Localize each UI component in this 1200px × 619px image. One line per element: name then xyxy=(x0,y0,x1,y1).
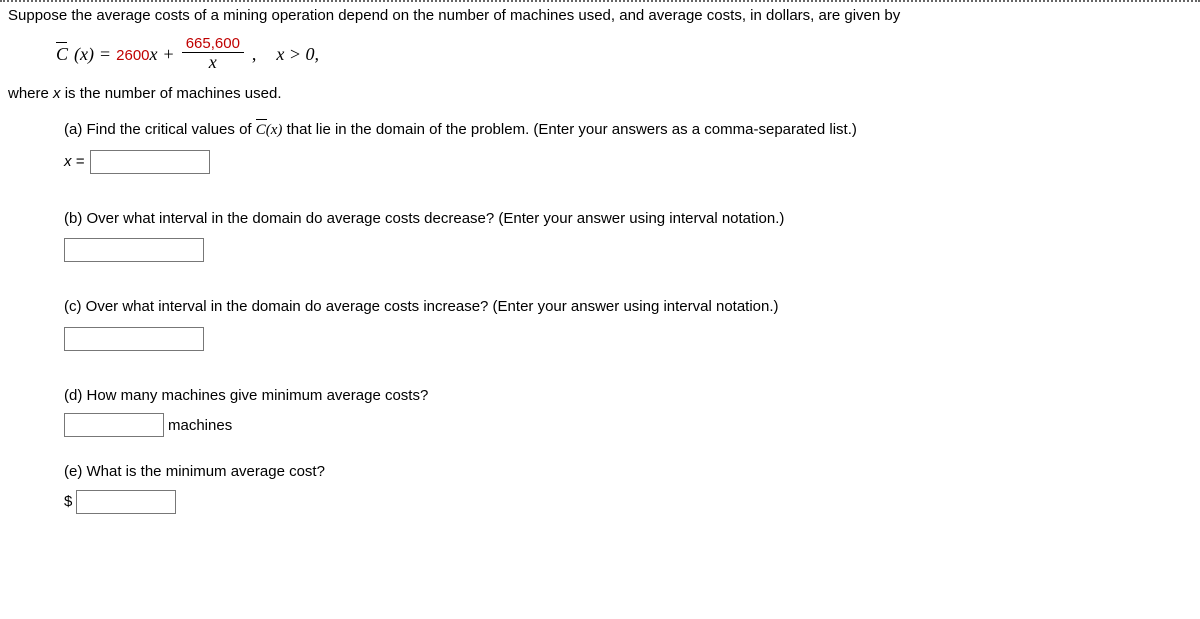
part-b: (b) Over what interval in the domain do … xyxy=(8,208,1192,263)
part-a-label: (a) xyxy=(64,121,87,138)
part-c: (c) Over what interval in the domain do … xyxy=(8,296,1192,351)
part-d-label: (d) xyxy=(64,387,87,404)
part-a-fnarg: (x) xyxy=(266,122,283,138)
intro-text: Suppose the average costs of a mining op… xyxy=(8,5,1192,28)
part-e-currency: $ xyxy=(64,493,72,510)
part-e: (e) What is the minimum average cost? $ xyxy=(8,461,1192,514)
cbar-inline: C xyxy=(256,119,266,142)
part-e-label: (e) xyxy=(64,463,87,480)
part-e-text: What is the minimum average cost? xyxy=(87,463,325,480)
part-a-fn: C xyxy=(256,122,266,138)
part-b-input[interactable] xyxy=(64,238,204,262)
formula-condition: x > 0, xyxy=(276,44,319,65)
part-c-prompt: (c) Over what interval in the domain do … xyxy=(64,296,1192,319)
part-a-input[interactable] xyxy=(90,150,210,174)
formula-eq: = xyxy=(100,44,110,65)
part-e-input[interactable] xyxy=(76,490,176,514)
part-b-prompt: (b) Over what interval in the domain do … xyxy=(64,208,1192,231)
part-a-text2: that lie in the domain of the problem. (… xyxy=(282,121,856,138)
formula-fraction: 665,600 x xyxy=(182,36,244,73)
formula-coef: 2600 xyxy=(116,47,149,64)
part-a-prompt: (a) Find the critical values of C(x) tha… xyxy=(64,119,1192,142)
part-c-text: Over what interval in the domain do aver… xyxy=(86,298,779,315)
cost-formula: C(x) = 2600x + 665,600 x , x > 0, xyxy=(8,36,1192,73)
formula-fn: C xyxy=(56,44,68,64)
part-c-input[interactable] xyxy=(64,327,204,351)
fraction-numerator: 665,600 xyxy=(182,36,244,54)
part-b-label: (b) xyxy=(64,210,87,227)
part-a-text1: Find the critical values of xyxy=(87,121,256,138)
part-d-prompt: (d) How many machines give minimum avera… xyxy=(64,385,1192,408)
part-d-input[interactable] xyxy=(64,413,164,437)
formula-arg: (x) xyxy=(74,44,94,65)
formula-var: x xyxy=(150,44,158,64)
part-d-text: How many machines give minimum average c… xyxy=(87,387,429,404)
part-a: (a) Find the critical values of C(x) tha… xyxy=(8,119,1192,174)
part-d-unit: machines xyxy=(168,417,232,434)
formula-plus: + xyxy=(164,44,174,65)
part-b-text: Over what interval in the domain do aver… xyxy=(87,210,785,227)
cbar-symbol: C xyxy=(56,44,68,65)
part-e-prompt: (e) What is the minimum average cost? xyxy=(64,461,1192,484)
problem-container: Suppose the average costs of a mining op… xyxy=(0,0,1200,534)
part-a-xeq: x = xyxy=(64,153,84,170)
part-c-label: (c) xyxy=(64,298,86,315)
fraction-denominator: x xyxy=(205,53,221,73)
formula-comma: , xyxy=(252,44,257,65)
where-text: where x is the number of machines used. xyxy=(8,83,1192,106)
part-d: (d) How many machines give minimum avera… xyxy=(8,385,1192,438)
